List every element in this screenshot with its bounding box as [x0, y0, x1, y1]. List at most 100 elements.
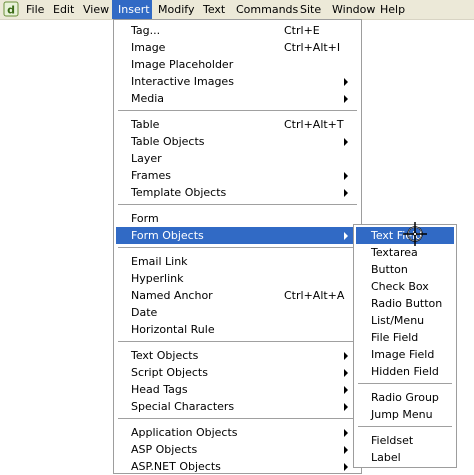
menu-item-label: Table — [131, 118, 160, 131]
menu-item-hyperlink[interactable]: Hyperlink — [116, 270, 359, 287]
insert-menu: Tag... Ctrl+E Image Ctrl+Alt+I Image Pla… — [113, 19, 362, 474]
menu-item-special-characters[interactable]: Special Characters — [116, 398, 359, 415]
submenu-arrow-icon — [344, 95, 348, 103]
menu-modify[interactable]: Modify — [152, 0, 200, 19]
menu-item-template-objects[interactable]: Template Objects — [116, 184, 359, 201]
submenu-arrow-icon — [344, 386, 348, 394]
menu-item-label: Interactive Images — [131, 75, 234, 88]
menu-item-label: List/Menu — [371, 314, 425, 327]
menu-item-label: Form Objects — [131, 229, 204, 242]
menu-bar: d File Edit View Insert Modify Text Comm… — [0, 0, 474, 20]
menu-site[interactable]: Site — [294, 0, 327, 19]
menu-item-label: Radio Group — [371, 391, 439, 404]
submenu-arrow-icon — [344, 352, 348, 360]
menu-item-label: Check Box — [371, 280, 429, 293]
menu-item-date[interactable]: Date — [116, 304, 359, 321]
menu-item-label: Hyperlink — [131, 272, 184, 285]
menu-view[interactable]: View — [77, 0, 115, 19]
menu-help[interactable]: Help — [374, 0, 411, 19]
menu-item-label: Tag... — [131, 24, 161, 37]
submenu-item-image-field[interactable]: Image Field — [356, 346, 454, 363]
menu-item-label: Special Characters — [131, 400, 235, 413]
menu-item-label: Script Objects — [131, 366, 208, 379]
menu-separator — [118, 110, 357, 112]
menu-item-label: Image — [131, 41, 166, 54]
menu-item-label: ASP Objects — [131, 443, 198, 456]
menu-item-script-objects[interactable]: Script Objects — [116, 364, 359, 381]
submenu-item-file-field[interactable]: File Field — [356, 329, 454, 346]
menu-item-label: Head Tags — [131, 383, 188, 396]
menu-item-table[interactable]: Table Ctrl+Alt+T — [116, 116, 359, 133]
submenu-arrow-icon — [344, 172, 348, 180]
menu-item-label: Horizontal Rule — [131, 323, 215, 336]
menu-separator — [118, 247, 357, 249]
menu-item-shortcut: Ctrl+Alt+T — [284, 118, 344, 131]
menu-item-image[interactable]: Image Ctrl+Alt+I — [116, 39, 359, 56]
menu-item-label: Fieldset — [371, 434, 414, 447]
menu-item-head-tags[interactable]: Head Tags — [116, 381, 359, 398]
svg-text:d: d — [7, 4, 15, 17]
menu-item-label: Named Anchor — [131, 289, 213, 302]
menu-item-label: Layer — [131, 152, 162, 165]
menu-item-label: Image Field — [371, 348, 435, 361]
menu-item-shortcut: Ctrl+Alt+I — [284, 41, 341, 54]
menu-item-interactive-images[interactable]: Interactive Images — [116, 73, 359, 90]
submenu-item-jump-menu[interactable]: Jump Menu — [356, 406, 454, 423]
menu-item-label: Image Placeholder — [131, 58, 234, 71]
menu-text[interactable]: Text — [197, 0, 231, 19]
menu-item-label: Radio Button — [371, 297, 443, 310]
menu-item-form-objects[interactable]: Form Objects — [116, 227, 359, 244]
submenu-arrow-icon — [344, 232, 348, 240]
menu-item-tag[interactable]: Tag... Ctrl+E — [116, 22, 359, 39]
menu-item-label: Form — [131, 212, 159, 225]
menu-item-label: File Field — [371, 331, 419, 344]
menu-item-frames[interactable]: Frames — [116, 167, 359, 184]
submenu-arrow-icon — [344, 403, 348, 411]
menu-item-label: Text Objects — [131, 349, 199, 362]
menu-item-label: Email Link — [131, 255, 188, 268]
submenu-arrow-icon — [344, 369, 348, 377]
menu-item-application-objects[interactable]: Application Objects — [116, 424, 359, 441]
dreamweaver-app-icon[interactable]: d — [3, 1, 19, 17]
menu-item-image-placeholder[interactable]: Image Placeholder — [116, 56, 359, 73]
submenu-item-hidden-field[interactable]: Hidden Field — [356, 363, 454, 380]
menu-separator — [118, 341, 357, 343]
menu-item-aspnet-objects[interactable]: ASP.NET Objects — [116, 458, 359, 475]
menu-file[interactable]: File — [20, 0, 50, 19]
menu-item-label: Jump Menu — [371, 408, 433, 421]
menu-item-named-anchor[interactable]: Named Anchor Ctrl+Alt+A — [116, 287, 359, 304]
submenu-arrow-icon — [344, 463, 348, 471]
menu-item-label: Media — [131, 92, 165, 105]
menu-item-label: ASP.NET Objects — [131, 460, 221, 473]
menu-item-shortcut: Ctrl+E — [284, 24, 320, 37]
submenu-arrow-icon — [344, 429, 348, 437]
menu-item-text-objects[interactable]: Text Objects — [116, 347, 359, 364]
submenu-item-check-box[interactable]: Check Box — [356, 278, 454, 295]
submenu-arrow-icon — [344, 78, 348, 86]
menu-insert[interactable]: Insert — [112, 0, 152, 19]
menu-item-email-link[interactable]: Email Link — [116, 253, 359, 270]
menu-separator — [358, 383, 452, 385]
menu-item-layer[interactable]: Layer — [116, 150, 359, 167]
menu-item-form[interactable]: Form — [116, 210, 359, 227]
menu-item-label: Label — [371, 451, 401, 464]
submenu-item-button[interactable]: Button — [356, 261, 454, 278]
submenu-item-label[interactable]: Label — [356, 449, 454, 466]
menu-item-horizontal-rule[interactable]: Horizontal Rule — [116, 321, 359, 338]
menu-item-media[interactable]: Media — [116, 90, 359, 107]
submenu-item-fieldset[interactable]: Fieldset — [356, 432, 454, 449]
menu-item-table-objects[interactable]: Table Objects — [116, 133, 359, 150]
submenu-item-radio-group[interactable]: Radio Group — [356, 389, 454, 406]
menu-separator — [118, 418, 357, 420]
crosshair-cursor-icon — [403, 222, 427, 246]
menu-separator — [118, 204, 357, 206]
submenu-item-radio-button[interactable]: Radio Button — [356, 295, 454, 312]
submenu-arrow-icon — [344, 446, 348, 454]
menu-item-label: Table Objects — [131, 135, 205, 148]
menu-item-label: Application Objects — [131, 426, 238, 439]
menu-item-asp-objects[interactable]: ASP Objects — [116, 441, 359, 458]
submenu-item-list-menu[interactable]: List/Menu — [356, 312, 454, 329]
menu-edit[interactable]: Edit — [47, 0, 80, 19]
submenu-arrow-icon — [344, 189, 348, 197]
menu-item-label: Frames — [131, 169, 172, 182]
